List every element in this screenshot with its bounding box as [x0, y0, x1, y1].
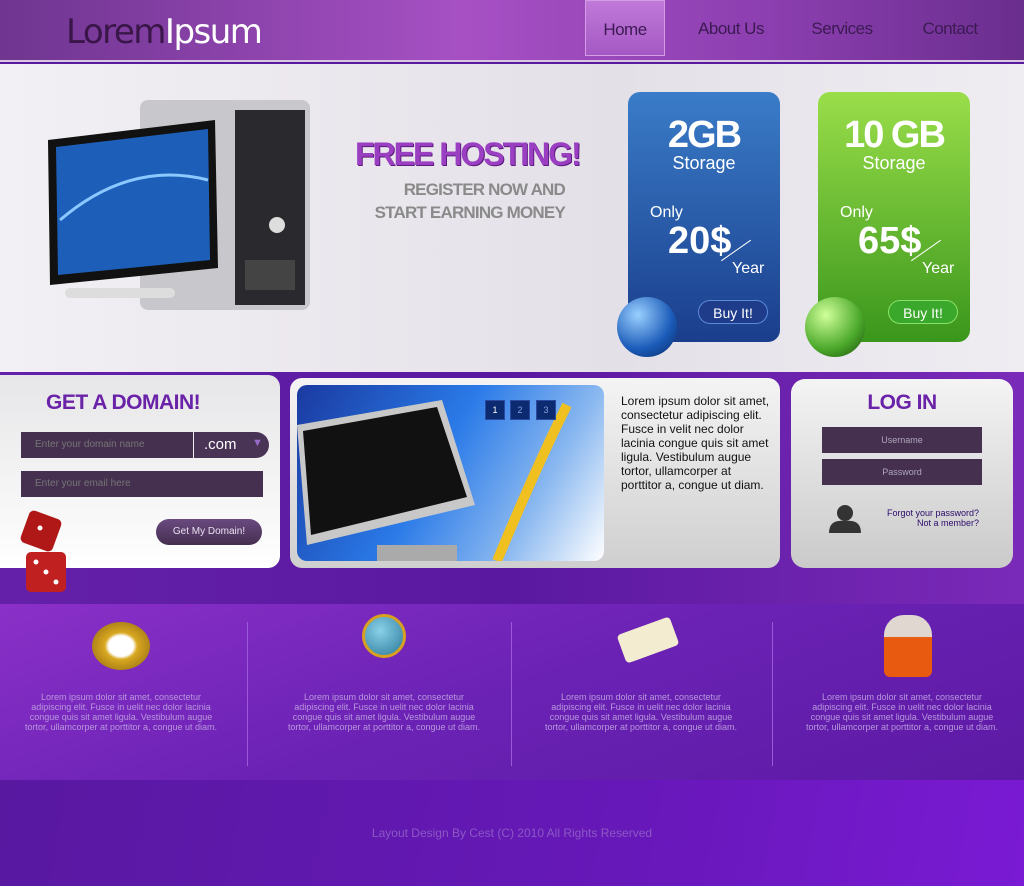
hero-subheadline-2: START EARNING MONEY — [374, 203, 566, 222]
feature-text: Lorem ipsum dolor sit amet, consectetur … — [287, 692, 481, 732]
nav-home[interactable]: Home — [585, 0, 665, 56]
globe-icon — [805, 297, 865, 357]
domain-title: GET A DOMAIN! — [46, 391, 201, 414]
buy-button-10gb[interactable]: Buy It! — [888, 300, 958, 324]
free-hosting-headline: FREE HOSTING! — [355, 136, 582, 172]
divider — [511, 622, 512, 766]
plan-price: 65$ — [858, 220, 922, 262]
plan-period: Year — [922, 260, 955, 277]
desktop-computer-image — [48, 100, 310, 310]
email-input[interactable] — [21, 471, 263, 497]
slide-image — [297, 385, 604, 561]
divider — [247, 622, 248, 766]
plan-size: 10 GB — [844, 114, 946, 156]
globe-icon — [617, 297, 677, 357]
header: LoremIpsum Home About Us Services Contac… — [0, 0, 1024, 62]
buy-button-2gb[interactable]: Buy It! — [698, 300, 768, 324]
divider — [772, 622, 773, 766]
nav-about-us[interactable]: About Us — [690, 0, 772, 56]
tld-select[interactable]: .com ▼ — [194, 432, 269, 458]
plan-storage-label: Storage — [672, 153, 736, 173]
globe-icon — [362, 614, 406, 658]
slide-text: Lorem ipsum dolor sit amet, consectetur … — [621, 394, 770, 492]
username-input[interactable]: Username — [822, 427, 982, 453]
nav-contact[interactable]: Contact — [914, 0, 986, 56]
slide-page-1[interactable]: 1 — [485, 400, 505, 420]
logo[interactable]: LoremIpsum — [66, 12, 263, 52]
user-icon — [829, 505, 861, 533]
compass-icon — [92, 622, 150, 670]
login-title: LOG IN — [867, 391, 937, 414]
feature-text: Lorem ipsum dolor sit amet, consectetur … — [544, 692, 738, 732]
forgot-password-link[interactable]: Forgot your password? — [887, 508, 979, 518]
dice-icon — [20, 510, 66, 592]
slide-page-3[interactable]: 3 — [536, 400, 556, 420]
login-panel: LOG IN Username Password Forgot your pas… — [791, 379, 1013, 568]
person-icon — [884, 615, 932, 677]
chevron-down-icon: ▼ — [252, 437, 263, 449]
plan-size: 2GB — [667, 114, 742, 156]
domain-name-input[interactable] — [21, 432, 193, 458]
plan-price: 20$ — [668, 220, 732, 262]
copyright-text: Layout Design By Cest (C) 2010 All Right… — [371, 826, 653, 840]
get-domain-button[interactable]: Get My Domain! — [156, 519, 262, 545]
feature-text: Lorem ipsum dolor sit amet, consectetur … — [24, 692, 218, 732]
slide-page-2[interactable]: 2 — [510, 400, 530, 420]
password-input[interactable]: Password — [822, 459, 982, 485]
feature-text: Lorem ipsum dolor sit amet, consectetur … — [805, 692, 999, 732]
nav-services[interactable]: Services — [806, 0, 878, 56]
plan-storage-label: Storage — [862, 153, 926, 173]
hero-subheadline-1: REGISTER NOW AND — [403, 180, 566, 199]
tld-value: .com — [204, 436, 237, 453]
plan-period: Year — [732, 260, 765, 277]
login-links: Forgot your password? Not a member? — [887, 508, 979, 528]
not-member-link[interactable]: Not a member? — [887, 518, 979, 528]
